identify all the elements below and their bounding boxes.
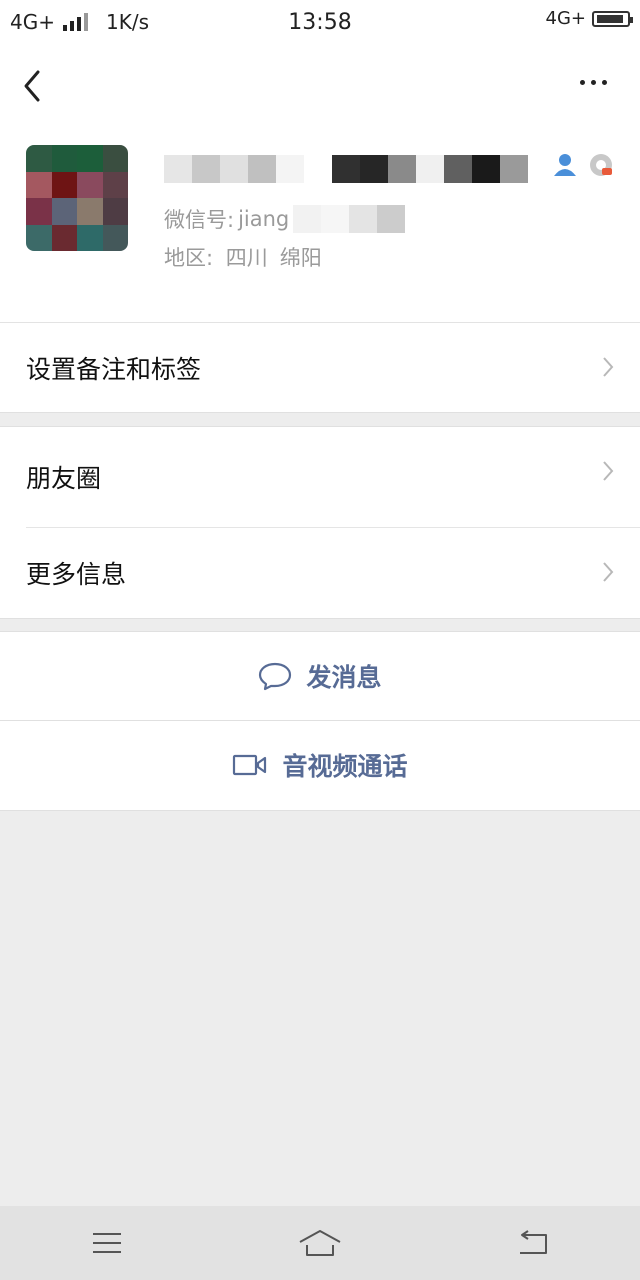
- more-button[interactable]: [574, 70, 614, 94]
- info-section: 朋友圈 更多信息: [0, 426, 640, 619]
- send-message-label: 发消息: [306, 663, 382, 692]
- back-nav-button[interactable]: [503, 1223, 563, 1263]
- chevron-left-icon: [24, 70, 40, 102]
- remark-tags-label: 设置备注和标签: [26, 354, 202, 384]
- region-label: 地区:: [164, 246, 214, 270]
- moments-row[interactable]: 朋友圈: [0, 427, 640, 527]
- battery-icon: [592, 10, 633, 27]
- region-province: 四川: [225, 246, 268, 270]
- camera-badge-icon: [590, 154, 612, 176]
- wechat-id-label: 微信号:: [164, 208, 235, 232]
- back-arrow-icon: [520, 1230, 548, 1254]
- network-type-right: 4G+: [545, 8, 586, 29]
- profile-badges: [552, 152, 614, 178]
- chevron-right-icon: [603, 461, 614, 481]
- video-call-button[interactable]: 音视频通话: [0, 721, 640, 809]
- send-message-button[interactable]: 发消息: [0, 632, 640, 720]
- menu-nav-button[interactable]: [77, 1223, 137, 1263]
- more-info-row[interactable]: 更多信息: [0, 528, 640, 618]
- region-city: 绵阳: [279, 246, 322, 270]
- region: 地区: 四川 绵阳: [164, 242, 322, 272]
- wechat-id-value: jiang: [238, 207, 290, 231]
- back-button[interactable]: [18, 64, 48, 104]
- more-dots-icon: [580, 80, 585, 85]
- status-right: 4G+: [545, 8, 633, 29]
- menu-icon: [92, 1233, 121, 1253]
- chat-bubble-icon: [259, 662, 292, 691]
- nickname-pixelated: [164, 140, 534, 198]
- status-time: 13:58: [288, 10, 352, 35]
- remark-section: 设置备注和标签: [0, 323, 640, 413]
- chevron-right-icon: [603, 357, 614, 377]
- avatar[interactable]: [26, 145, 128, 251]
- video-call-label: 音视频通话: [282, 752, 408, 781]
- chevron-right-icon: [603, 562, 614, 582]
- user-badge-icon: [554, 154, 576, 176]
- status-bar: 4G+ 1K/s 13:58 4G+: [0, 0, 640, 44]
- moments-label: 朋友圈: [26, 464, 102, 493]
- home-icon: [299, 1230, 341, 1256]
- more-info-label: 更多信息: [26, 560, 127, 589]
- profile-header: 微信号: jiang 地区: 四川 绵阳: [0, 44, 640, 323]
- remark-tags-row[interactable]: 设置备注和标签: [0, 323, 640, 412]
- home-nav-button[interactable]: [290, 1223, 350, 1263]
- actions-section: 发消息 音视频通话: [0, 631, 640, 811]
- system-nav-bar: [0, 1206, 640, 1280]
- wechat-id-pixelated: [293, 205, 406, 233]
- video-camera-icon: [233, 754, 267, 776]
- wechat-id: 微信号: jiang: [164, 204, 406, 234]
